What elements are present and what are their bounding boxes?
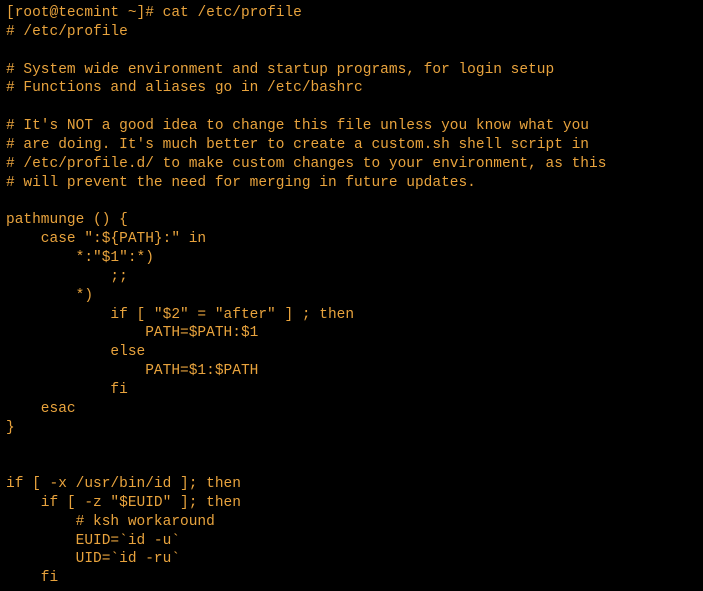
terminal-output: [root@tecmint ~]# cat /etc/profile # /et… (6, 4, 697, 588)
prompt-at: @ (50, 5, 59, 21)
command-text: cat /etc/profile (163, 5, 302, 21)
prompt-open-bracket: [ (6, 5, 15, 21)
prompt-path: ~ (119, 5, 136, 21)
file-content: # /etc/profile # System wide environment… (6, 24, 606, 586)
prompt-user: root (15, 5, 50, 21)
prompt-line: [root@tecmint ~]# cat /etc/profile (6, 5, 302, 21)
prompt-close-bracket: ] (137, 5, 146, 21)
prompt-host: tecmint (58, 5, 119, 21)
prompt-hash: # (145, 5, 162, 21)
